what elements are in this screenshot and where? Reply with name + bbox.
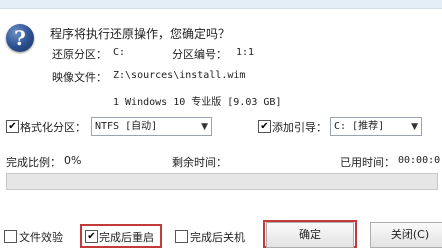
image-file-path: Z:\sources\install.wim [113,70,246,81]
restart-after-label: 完成后重启 [99,231,154,244]
format-filesystem-select[interactable]: NTFS [自动] ▼ [91,117,212,136]
boot-partition-select[interactable]: C: [推荐] ▼ [330,117,422,136]
image-version: 1 Windows 10 专业版 [9.03 GB] [113,97,282,108]
add-boot-label: 添加引导： [272,121,327,134]
restart-after-checkbox[interactable]: ✔ [85,230,98,243]
close-button[interactable]: 关闭(C) [370,222,442,248]
add-boot-checkbox[interactable]: ✔ [258,120,271,133]
partition-number-label: 分区编号： [172,48,227,61]
file-verify-checkbox[interactable] [4,230,17,243]
file-verify-label: 文件效验 [19,231,63,244]
format-filesystem-value: NTFS [自动] [95,121,158,132]
window-top-strip [0,0,442,9]
format-partition-checkbox[interactable]: ✔ [6,120,19,133]
format-partition-label: 格式化分区： [20,121,86,134]
restore-partition-label: 还原分区： [52,48,107,61]
completion-value: 0% [64,154,82,167]
shutdown-after-label: 完成后关机 [190,231,245,244]
chevron-down-icon: ▼ [201,122,208,132]
progress-bar [6,173,438,190]
image-file-label: 映像文件： [52,71,107,84]
shutdown-after-checkbox[interactable] [175,230,188,243]
partition-number-value: 1:1 [236,47,255,58]
completion-label: 完成比例： [6,156,61,169]
confirm-button[interactable]: 确定 [266,222,354,248]
chevron-down-icon: ▼ [411,122,418,132]
remaining-time-label: 剩余时间： [172,156,227,169]
elapsed-time-value: 00:00:0 [398,155,441,166]
confirm-question: 程序将执行还原操作，您确定吗？ [50,27,231,41]
boot-partition-value: C: [推荐] [334,121,385,132]
question-icon: ? [6,24,34,52]
restore-partition-value: C: [113,47,126,58]
elapsed-time-label: 已用时间： [340,156,395,169]
